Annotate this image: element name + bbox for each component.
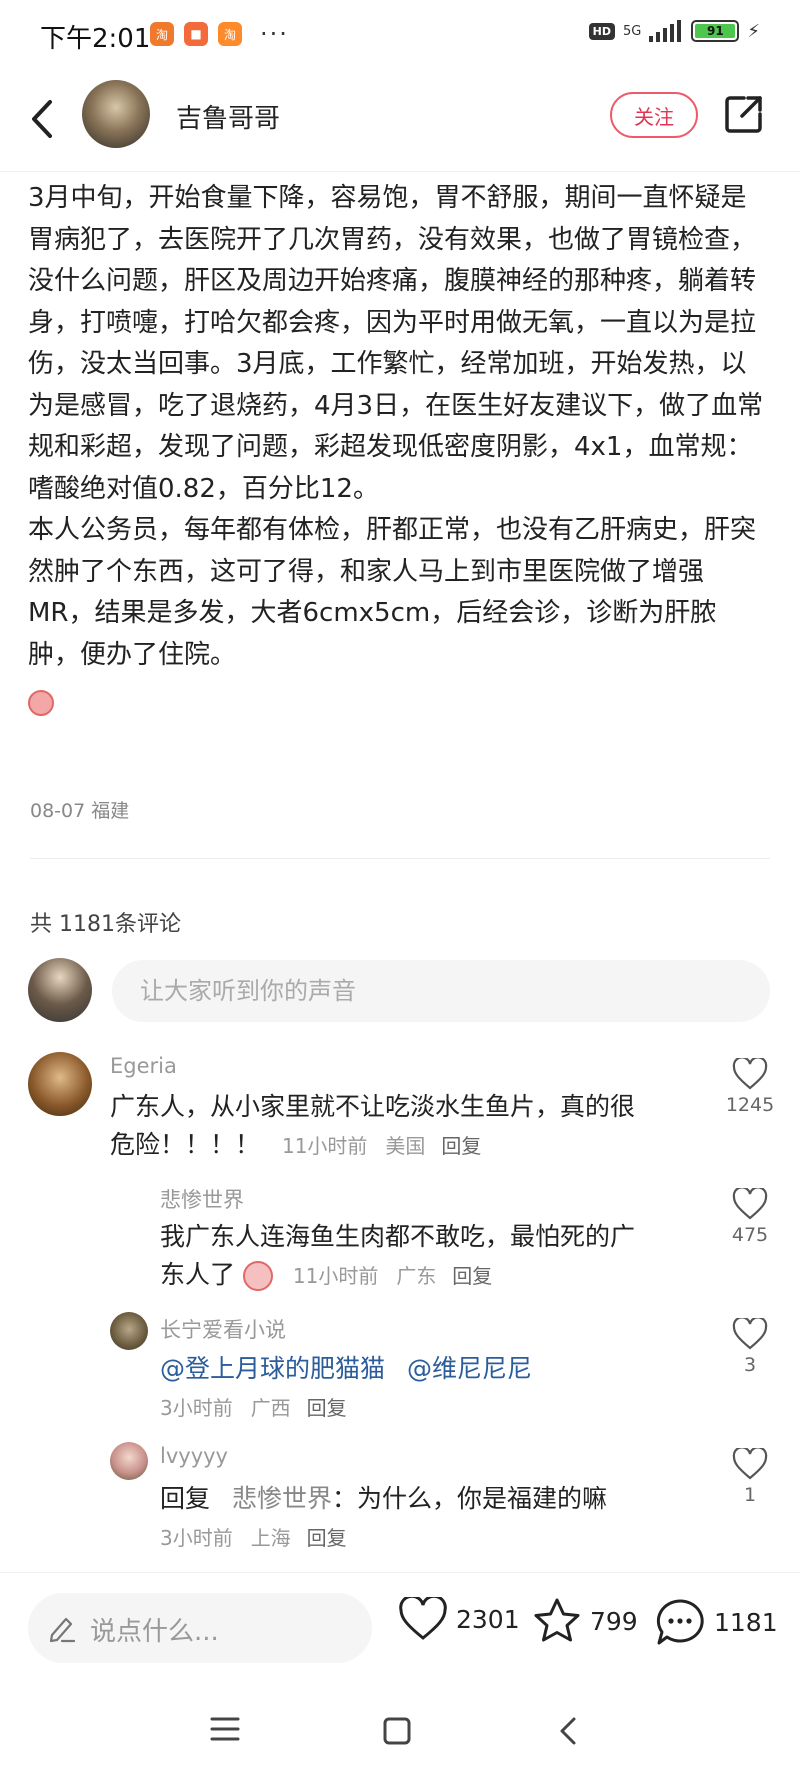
favorite-button[interactable]: 799 xyxy=(532,1597,638,1645)
status-app-icons: 淘 ■ 淘 ··· xyxy=(150,20,289,48)
post-paragraph: 本人公务员，每年都有体检，肝都正常，也没有乙肝病史，肝突然肿了个东西，这可了得，… xyxy=(28,515,757,670)
battery-level: 91 xyxy=(695,24,736,38)
signal-icon xyxy=(649,20,682,42)
reply-button[interactable]: 回复 xyxy=(441,1134,481,1158)
notification-app-icon: ■ xyxy=(184,22,208,46)
bottom-action-bar: 说点什么... 2301 799 1181 xyxy=(0,1572,800,1688)
like-count: 475 xyxy=(731,1224,769,1246)
network-label: 5G xyxy=(623,23,642,39)
comment-text-line2: 危险！！！！ 11小时前 美国 回复 xyxy=(110,1126,710,1165)
commenter-name[interactable]: lvyyyy xyxy=(160,1444,228,1468)
share-icon[interactable] xyxy=(724,94,764,134)
back-icon[interactable] xyxy=(556,1716,580,1746)
comment-time: 11小时前 xyxy=(292,1264,379,1288)
post-header: 吉鲁哥哥 关注 xyxy=(0,72,800,172)
commenter-name[interactable]: 长宁爱看小说 xyxy=(160,1314,286,1344)
status-time: 下午2:01 xyxy=(40,24,151,54)
post-emoji-row xyxy=(28,682,768,724)
comment-text[interactable]: 我广东人连海鱼生肉都不敢吃，最怕死的广 东人了 11小时前 广东 回复 xyxy=(160,1218,710,1295)
heart-icon xyxy=(732,1188,768,1220)
status-indicators: HD 5G 91 ⚡ xyxy=(588,20,760,42)
status-bar: 下午2:01 淘 ■ 淘 ··· HD 5G 91 ⚡ xyxy=(0,0,800,70)
comment-text-end: 东人了 xyxy=(160,1260,236,1289)
comment-like-button[interactable]: 475 xyxy=(720,1188,780,1246)
reply-prefix: 回复 xyxy=(160,1484,211,1513)
comment-like-button[interactable]: 1245 xyxy=(720,1058,780,1116)
reply-button[interactable]: 回复 xyxy=(307,1396,347,1420)
heart-icon xyxy=(399,1597,447,1640)
follow-button[interactable]: 关注 xyxy=(610,92,698,138)
reply-button[interactable]: 回复 xyxy=(307,1526,347,1550)
system-nav-bar xyxy=(0,1688,800,1778)
more-notifications-icon: ··· xyxy=(260,20,289,48)
reply-to-user[interactable]: 悲惨世界 xyxy=(232,1484,332,1513)
heart-icon xyxy=(732,1058,768,1090)
comment-mentions: @登上月球的肥猫猫 @维尼尼尼 xyxy=(160,1350,710,1388)
commenter-avatar[interactable] xyxy=(28,1052,92,1116)
author-avatar[interactable] xyxy=(82,80,150,148)
commenter-name[interactable]: Egeria xyxy=(110,1054,177,1078)
commenter-avatar[interactable] xyxy=(110,1312,148,1350)
comment-text[interactable]: 广东人，从小家里就不让吃淡水生鱼片，真的很 危险！！！！ 11小时前 美国 回复 xyxy=(110,1088,710,1165)
post-body: 3月中旬，开始食量下降，容易饱，胃不舒服，期间一直怀疑是胃病犯了，去医院开了几次… xyxy=(28,178,768,724)
comment-meta: 3小时前 广西 回复 xyxy=(160,1388,710,1427)
comment-input[interactable]: 让大家听到你的声音 xyxy=(112,960,770,1022)
say-placeholder: 说点什么... xyxy=(90,1617,219,1647)
comment-time: 11小时前 xyxy=(281,1134,368,1158)
comment-text-line2: 东人了 11小时前 广东 回复 xyxy=(160,1256,710,1295)
comment-bubble-icon xyxy=(656,1599,704,1645)
heart-icon xyxy=(732,1318,768,1350)
comment-like-button[interactable]: 1 xyxy=(720,1448,780,1506)
favorite-count: 799 xyxy=(590,1606,638,1636)
comment-location: 上海 xyxy=(250,1526,291,1550)
post-paragraph: 3月中旬，开始食量下降，容易饱，胃不舒服，期间一直怀疑是胃病犯了，去医院开了几次… xyxy=(28,183,764,504)
commenter-name[interactable]: 悲惨世界 xyxy=(160,1184,244,1214)
comment-count-total: 1181 xyxy=(714,1607,778,1637)
like-count: 2301 xyxy=(456,1604,520,1634)
back-arrow-icon[interactable] xyxy=(22,94,62,144)
comment-time: 3小时前 xyxy=(160,1396,233,1420)
post-date-location: 08-07 福建 xyxy=(30,800,130,822)
divider xyxy=(30,858,770,859)
commenter-avatar[interactable] xyxy=(110,1442,148,1480)
heart-icon xyxy=(732,1448,768,1480)
comment-button[interactable]: 1181 xyxy=(654,1597,778,1647)
comment-location: 广东 xyxy=(396,1264,437,1288)
notification-app-icon: 淘 xyxy=(150,22,174,46)
say-something-input[interactable]: 说点什么... xyxy=(28,1593,372,1663)
comment-time: 3小时前 xyxy=(160,1526,233,1550)
comment-text-end: 危险！！！！ xyxy=(110,1130,261,1159)
like-count: 1245 xyxy=(725,1094,775,1116)
comment-like-button[interactable]: 3 xyxy=(720,1318,780,1376)
home-icon[interactable] xyxy=(382,1716,412,1746)
reply-button[interactable]: 回复 xyxy=(452,1264,492,1288)
comment-location: 美国 xyxy=(385,1134,426,1158)
mention-link[interactable]: @维尼尼尼 xyxy=(407,1354,532,1383)
crying-emoji-icon xyxy=(28,689,54,716)
like-count: 1 xyxy=(743,1484,757,1506)
comment-text-line: 回复 悲惨世界：为什么，你是福建的嘛 xyxy=(160,1480,710,1518)
comment-location: 广西 xyxy=(250,1396,291,1420)
like-button[interactable]: 2301 xyxy=(398,1597,520,1641)
charging-icon: ⚡ xyxy=(747,20,760,42)
comment-text-body: ：为什么，你是福建的嘛 xyxy=(331,1484,607,1513)
like-count: 3 xyxy=(743,1354,757,1376)
my-avatar xyxy=(28,958,92,1022)
comment-meta: 3小时前 上海 回复 xyxy=(160,1518,710,1557)
comment-text-line: 我广东人连海鱼生肉都不敢吃，最怕死的广 xyxy=(160,1222,636,1251)
mention-link[interactable]: @登上月球的肥猫猫 xyxy=(160,1354,385,1383)
comment-text[interactable]: 回复 悲惨世界：为什么，你是福建的嘛 3小时前 上海 回复 xyxy=(160,1480,710,1557)
menu-icon[interactable] xyxy=(210,1716,240,1742)
crying-emoji-icon xyxy=(242,1261,273,1291)
hd-icon: HD xyxy=(588,22,615,40)
notification-app-icon: 淘 xyxy=(218,22,242,46)
pen-icon xyxy=(49,1617,76,1643)
author-name[interactable]: 吉鲁哥哥 xyxy=(176,98,280,135)
comment-text-line: 广东人，从小家里就不让吃淡水生鱼片，真的很 xyxy=(110,1092,636,1121)
comment-count: 共 1181条评论 xyxy=(30,912,181,937)
star-icon xyxy=(534,1598,580,1642)
comment-text[interactable]: @登上月球的肥猫猫 @维尼尼尼 3小时前 广西 回复 xyxy=(160,1350,710,1427)
battery-icon: 91 xyxy=(691,20,740,42)
